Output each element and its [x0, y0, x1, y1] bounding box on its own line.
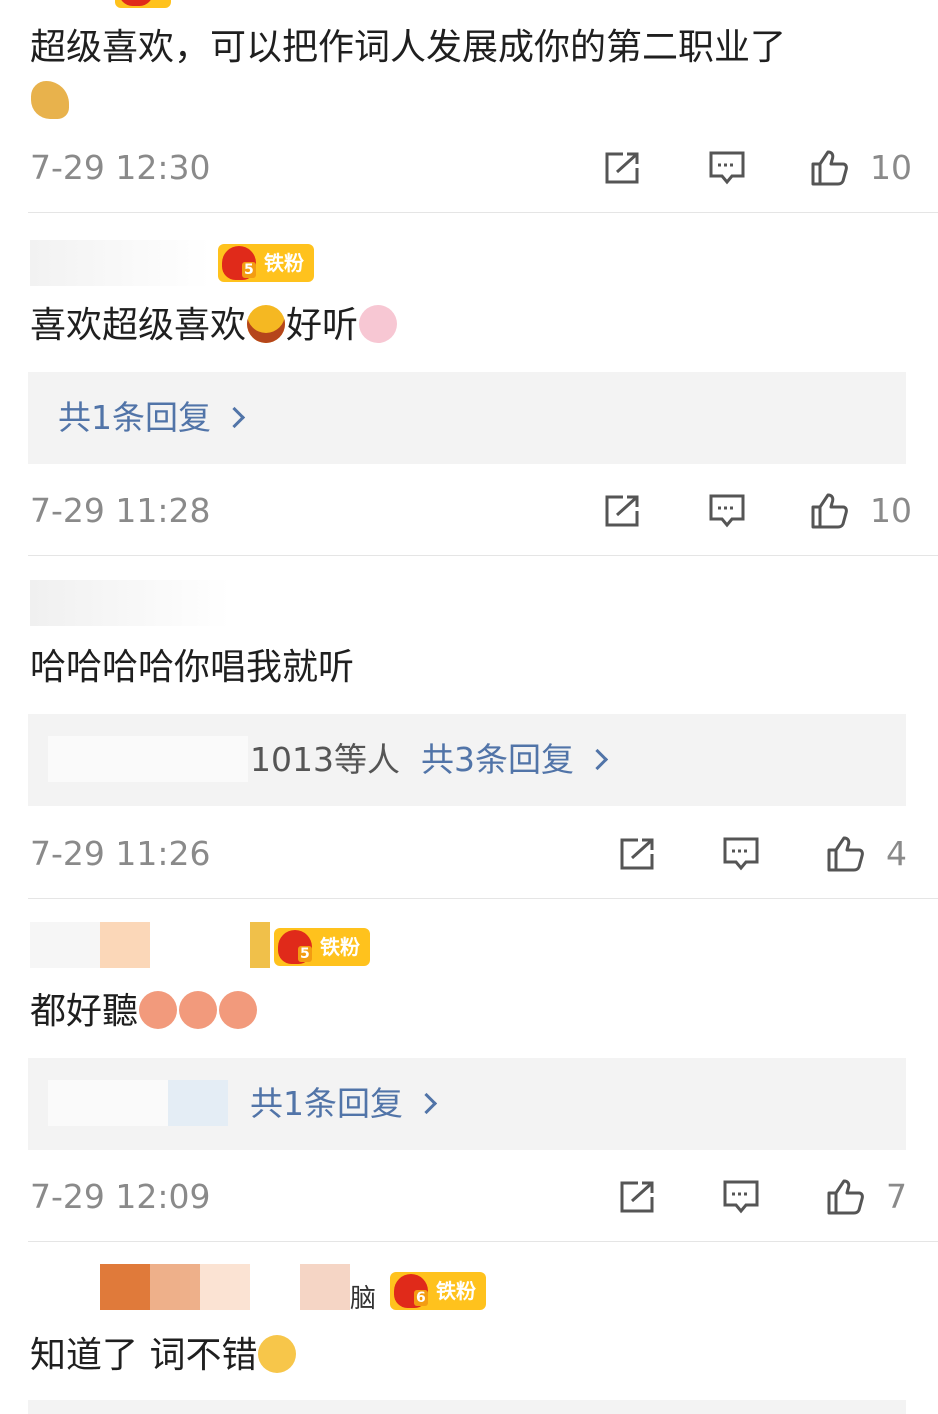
- comment-meta: 7-29 11:26 4: [0, 832, 938, 876]
- reply-link[interactable]: 共1条回复: [250, 1082, 438, 1126]
- like-icon[interactable]: [826, 1179, 864, 1215]
- reply-link[interactable]: 1013等人 共3条回复: [250, 738, 609, 782]
- like-count: 7: [886, 1177, 907, 1216]
- comment-text: 超级喜欢，可以把作词人发展成你的第二职业了: [30, 27, 787, 68]
- user-row[interactable]: [30, 580, 250, 626]
- repost-icon[interactable]: [618, 1179, 656, 1215]
- comment-icon[interactable]: [722, 836, 760, 872]
- user-row[interactable]: 5 铁粉: [30, 240, 330, 286]
- like-count: 10: [870, 491, 912, 530]
- repost-icon[interactable]: [603, 493, 641, 529]
- reply-box[interactable]: [28, 1400, 906, 1414]
- comment-icon[interactable]: [708, 493, 746, 529]
- crown-icon: [119, 0, 153, 6]
- username-fragment: 脑: [350, 1284, 377, 1314]
- repost-icon[interactable]: [603, 150, 641, 186]
- like-icon[interactable]: [810, 493, 848, 529]
- comment-time: 7-29 12:30: [30, 148, 211, 187]
- comment-text: 知道了 词不错: [30, 1334, 297, 1378]
- comment-meta: 7-29 12:30 10: [0, 146, 938, 190]
- blurred-avatars: [48, 736, 248, 782]
- comment-time: 7-29 11:26: [30, 834, 211, 873]
- comment-meta: 7-29 12:09 7: [0, 1175, 938, 1219]
- fan-badge[interactable]: 5 铁粉: [218, 244, 314, 282]
- chevron-right-icon: [223, 406, 246, 429]
- comment-icon[interactable]: [708, 150, 746, 186]
- reply-box[interactable]: 1013等人 共3条回复: [28, 714, 906, 806]
- divider: [28, 555, 938, 556]
- reply-box[interactable]: 共1条回复: [28, 372, 906, 464]
- comment-meta: 7-29 11:28 10: [0, 489, 938, 533]
- divider: [28, 1241, 938, 1242]
- doge-pink-emoji: [179, 991, 218, 1029]
- comment-text: 喜欢超级喜欢 好听: [30, 304, 398, 348]
- divider: [28, 898, 938, 899]
- comment-time: 7-29 12:09: [30, 1177, 211, 1216]
- reply-link[interactable]: 共1条回复: [58, 396, 246, 440]
- fan-badge[interactable]: [115, 0, 171, 8]
- chevron-right-icon: [586, 748, 609, 771]
- yummy-face-emoji: [258, 1335, 297, 1373]
- comment-icon[interactable]: [722, 1179, 760, 1215]
- doge-pink-emoji: [219, 991, 258, 1029]
- doge-pink-emoji: [139, 991, 178, 1029]
- user-row[interactable]: 脑 6 铁粉: [30, 1264, 490, 1314]
- blurred-username: [50, 1264, 350, 1310]
- comment-time: 7-29 11:28: [30, 491, 211, 530]
- like-count: 10: [870, 148, 912, 187]
- flexed-biceps-emoji: [31, 81, 69, 119]
- repost-icon[interactable]: [618, 836, 656, 872]
- like-icon[interactable]: [826, 836, 864, 872]
- reply-box[interactable]: 共1条回复: [28, 1058, 906, 1150]
- user-row[interactable]: 5 铁粉: [30, 922, 390, 968]
- chevron-right-icon: [415, 1092, 438, 1115]
- blurred-username: [30, 240, 210, 286]
- blurred-username: [30, 580, 230, 626]
- comment-emoji-line: [30, 80, 70, 124]
- fan-badge[interactable]: 5 铁粉: [274, 928, 370, 966]
- fan-badge[interactable]: 6 铁粉: [390, 1272, 486, 1310]
- like-count: 4: [886, 834, 907, 873]
- like-icon[interactable]: [810, 150, 848, 186]
- blurred-username: [30, 922, 270, 968]
- blurred-avatars: [48, 1080, 228, 1126]
- divider: [28, 212, 938, 213]
- comment-text: 都好聽: [30, 990, 258, 1034]
- grinning-face-emoji: [247, 305, 286, 343]
- pink-bunny-emoji: [359, 305, 398, 343]
- comment-text: 哈哈哈哈你唱我就听: [30, 647, 355, 688]
